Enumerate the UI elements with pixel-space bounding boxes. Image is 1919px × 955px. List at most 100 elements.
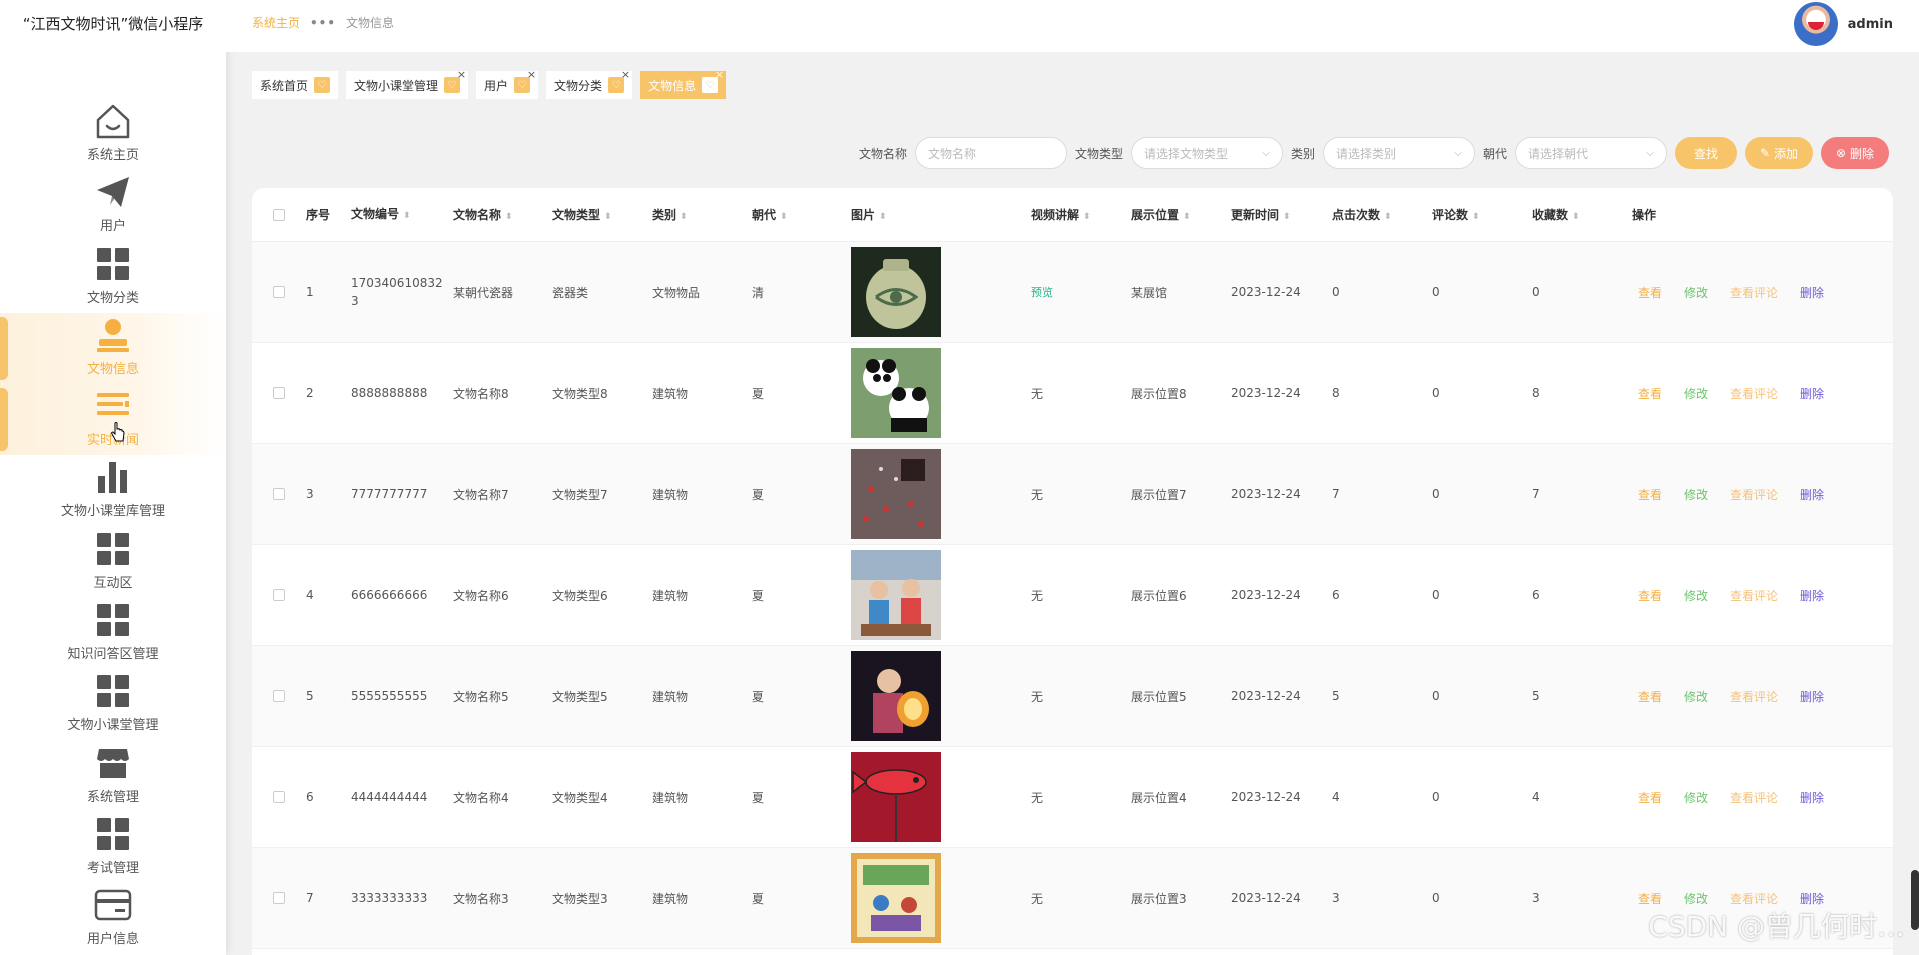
- delete-link[interactable]: 删除: [1800, 486, 1824, 503]
- row-checkbox[interactable]: [273, 286, 285, 298]
- sidebar-item-exam[interactable]: 考试管理: [0, 812, 226, 883]
- relic-thumbnail[interactable]: [851, 247, 1031, 337]
- add-button[interactable]: ✎ 添加: [1745, 137, 1813, 169]
- table-row[interactable]: 3 7777777777 文物名称7 文物类型7 建筑物 夏 无 展示位置7 2023-12-2…: [252, 444, 1893, 545]
- sort-icon[interactable]: ⬍: [604, 212, 612, 222]
- view-comments-link[interactable]: 查看评论: [1730, 890, 1778, 907]
- col-clicks[interactable]: 点击次数 ⬍: [1332, 206, 1432, 223]
- avatar[interactable]: [1793, 2, 1838, 46]
- col-image[interactable]: 图片 ⬍: [851, 206, 1031, 223]
- edit-link[interactable]: 修改: [1684, 688, 1708, 705]
- view-comments-link[interactable]: 查看评论: [1730, 486, 1778, 503]
- view-comments-link[interactable]: 查看评论: [1730, 385, 1778, 402]
- col-position[interactable]: 展示位置 ⬍: [1131, 206, 1231, 223]
- sidebar-item-class-manage[interactable]: 文物小课堂管理: [0, 669, 226, 740]
- user-menu[interactable]: admin: [1793, 2, 1893, 46]
- sort-icon[interactable]: ⬍: [1472, 212, 1480, 222]
- cell-image[interactable]: [851, 348, 1031, 438]
- delete-link[interactable]: 删除: [1800, 587, 1824, 604]
- table-row[interactable]: 1 1703406108323 某朝代瓷器 瓷器类 文物物品 清 预览 某展馆 2023-12-…: [252, 242, 1893, 343]
- close-icon[interactable]: ×: [621, 68, 630, 81]
- view-link[interactable]: 查看: [1638, 789, 1662, 806]
- sort-icon[interactable]: ⬍: [403, 211, 411, 221]
- view-link[interactable]: 查看: [1638, 890, 1662, 907]
- sort-icon[interactable]: ⬍: [879, 212, 887, 222]
- col-video[interactable]: 视频讲解 ⬍: [1031, 206, 1131, 223]
- sort-icon[interactable]: ⬍: [680, 212, 688, 222]
- table-row[interactable]: 6 4444444444 文物名称4 文物类型4 建筑物 夏 无 展示位置4 2023-12-2…: [252, 747, 1893, 848]
- view-comments-link[interactable]: 查看评论: [1730, 688, 1778, 705]
- sort-icon[interactable]: ⬍: [1572, 212, 1580, 222]
- cell-image[interactable]: [851, 449, 1031, 539]
- row-checkbox[interactable]: [273, 387, 285, 399]
- sort-icon[interactable]: ⬍: [1384, 212, 1392, 222]
- sort-icon[interactable]: ⬍: [1083, 212, 1091, 222]
- tag-home[interactable]: 系统首页 ♡: [252, 71, 339, 99]
- cell-image[interactable]: [851, 550, 1031, 640]
- view-link[interactable]: 查看: [1638, 688, 1662, 705]
- view-comments-link[interactable]: 查看评论: [1730, 284, 1778, 301]
- sort-icon[interactable]: ⬍: [1183, 212, 1191, 222]
- delete-link[interactable]: 删除: [1800, 688, 1824, 705]
- cell-image[interactable]: [851, 853, 1031, 943]
- relic-thumbnail[interactable]: [851, 348, 1031, 438]
- edit-link[interactable]: 修改: [1684, 486, 1708, 503]
- tag-relic-info[interactable]: 文物信息 ♡ ×: [640, 68, 727, 99]
- edit-link[interactable]: 修改: [1684, 789, 1708, 806]
- row-checkbox[interactable]: [273, 488, 285, 500]
- find-button[interactable]: 查找: [1675, 137, 1737, 169]
- tag-users[interactable]: 用户 ♡ ×: [476, 68, 539, 99]
- sidebar-item-interaction[interactable]: 互动区: [0, 527, 226, 598]
- view-link[interactable]: 查看: [1638, 385, 1662, 402]
- sort-icon[interactable]: ⬍: [505, 212, 513, 222]
- close-icon[interactable]: ×: [457, 68, 466, 81]
- close-icon[interactable]: ×: [715, 68, 724, 81]
- cell-image[interactable]: [851, 752, 1031, 842]
- view-comments-link[interactable]: 查看评论: [1730, 587, 1778, 604]
- relic-thumbnail[interactable]: [851, 449, 1031, 539]
- tag-relic-category[interactable]: 文物分类 ♡ ×: [546, 68, 633, 99]
- delete-link[interactable]: 删除: [1800, 890, 1824, 907]
- table-row[interactable]: 5 5555555555 文物名称5 文物类型5 建筑物夏无展示位置5 2023-12-2…: [252, 646, 1893, 747]
- relic-thumbnail[interactable]: [851, 550, 1031, 640]
- row-checkbox[interactable]: [273, 791, 285, 803]
- table-row[interactable]: 2 8888888888 文物名称8 文物类型8 建筑物 夏 无 展示位置8 2023-12-2…: [252, 343, 1893, 444]
- close-icon[interactable]: ×: [527, 68, 536, 81]
- select-all-checkbox[interactable]: [273, 208, 285, 221]
- sidebar-item-relic-category[interactable]: 文物分类: [0, 242, 226, 313]
- row-checkbox[interactable]: [273, 690, 285, 702]
- breadcrumb-home[interactable]: 系统主页: [252, 14, 300, 31]
- edit-link[interactable]: 修改: [1684, 890, 1708, 907]
- col-time[interactable]: 更新时间 ⬍: [1231, 206, 1332, 223]
- name-input[interactable]: 文物名称: [914, 137, 1067, 169]
- col-code[interactable]: 文物编号 ⬍: [351, 205, 453, 225]
- sidebar-item-user-info[interactable]: 用户信息: [0, 883, 226, 954]
- cell-image[interactable]: [851, 247, 1031, 337]
- col-type[interactable]: 文物类型 ⬍: [552, 206, 652, 223]
- col-dynasty[interactable]: 朝代 ⬍: [752, 206, 851, 223]
- row-checkbox[interactable]: [273, 892, 285, 904]
- edit-link[interactable]: 修改: [1684, 587, 1708, 604]
- sidebar-item-users[interactable]: 用户: [0, 170, 226, 241]
- delete-link[interactable]: 删除: [1800, 284, 1824, 301]
- dynasty-select[interactable]: 请选择朝代 ⌵: [1515, 137, 1667, 169]
- edit-link[interactable]: 修改: [1684, 284, 1708, 301]
- sidebar-item-relic-info[interactable]: 文物信息: [0, 312, 226, 385]
- delete-button[interactable]: ⊗ 删除: [1821, 137, 1889, 169]
- sidebar-item-home[interactable]: 系统主页: [0, 99, 226, 170]
- view-link[interactable]: 查看: [1638, 284, 1662, 301]
- col-category[interactable]: 类别 ⬍: [652, 206, 752, 223]
- relic-thumbnail[interactable]: [851, 752, 1031, 842]
- video-link[interactable]: 预览: [1031, 286, 1053, 299]
- row-checkbox[interactable]: [273, 589, 285, 601]
- tag-class-manage[interactable]: 文物小课堂管理 ♡ ×: [346, 68, 469, 99]
- delete-link[interactable]: 删除: [1800, 789, 1824, 806]
- col-name[interactable]: 文物名称 ⬍: [453, 206, 552, 223]
- relic-thumbnail[interactable]: [851, 853, 1031, 943]
- sort-icon[interactable]: ⬍: [1283, 212, 1291, 222]
- col-comments[interactable]: 评论数 ⬍: [1432, 206, 1532, 223]
- table-row[interactable]: 7 3333333333 文物名称3 文物类型3 建筑物 夏 无 展示位置3 2023-12-2…: [252, 848, 1893, 949]
- sidebar-item-news[interactable]: 实时新闻: [0, 384, 226, 456]
- sidebar-item-system[interactable]: 系统管理: [0, 741, 226, 812]
- sidebar-item-class-library[interactable]: 文物小课堂库管理: [0, 455, 226, 526]
